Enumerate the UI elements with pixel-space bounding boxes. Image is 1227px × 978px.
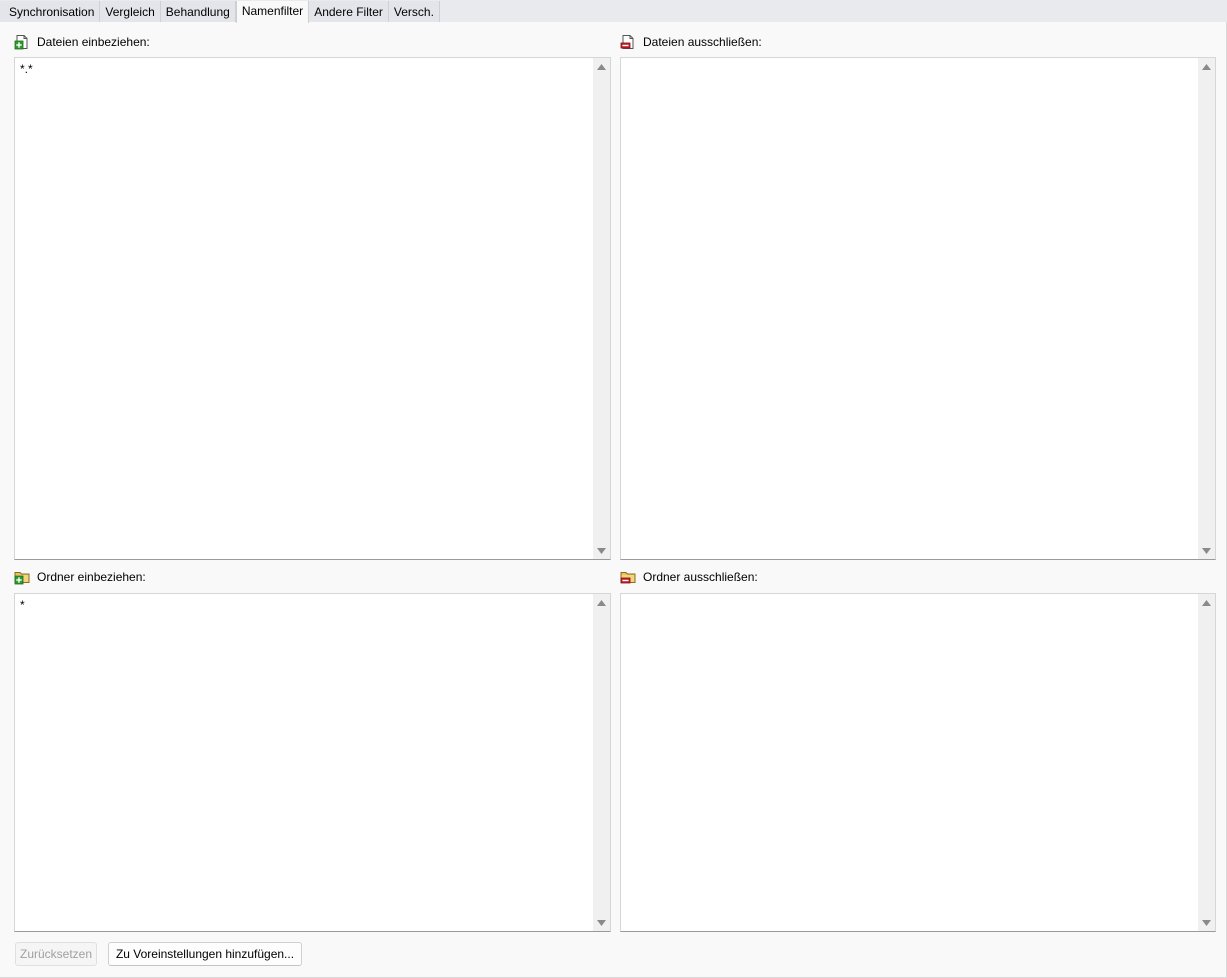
tab-behandlung[interactable]: Behandlung <box>160 1 236 22</box>
include-folders-value: * <box>20 598 25 612</box>
exclude-files-label-row: Dateien ausschließen: <box>620 34 762 50</box>
scroll-down-arrow-icon[interactable] <box>1198 542 1215 559</box>
exclude-files-label: Dateien ausschließen: <box>643 35 762 49</box>
scroll-up-arrow-icon[interactable] <box>1198 58 1215 75</box>
exclude-folders-textarea[interactable] <box>620 593 1216 932</box>
reset-button[interactable]: Zurücksetzen <box>15 942 97 966</box>
tab-versch[interactable]: Versch. <box>388 1 440 22</box>
exclude-files-scrollbar[interactable] <box>1198 58 1215 559</box>
exclude-files-textarea[interactable] <box>620 57 1216 560</box>
tab-synchronisation[interactable]: Synchronisation <box>0 1 101 22</box>
window: Synchronisation Vergleich Behandlung Nam… <box>0 0 1227 978</box>
file-exclude-icon <box>620 34 636 50</box>
include-files-scrollbar[interactable] <box>593 58 610 559</box>
add-to-presets-button[interactable]: Zu Voreinstellungen hinzufügen... <box>108 942 302 966</box>
scroll-down-arrow-icon[interactable] <box>1198 914 1215 931</box>
tab-andere-filter[interactable]: Andere Filter <box>309 1 389 22</box>
folder-exclude-icon <box>620 569 636 585</box>
include-files-textarea[interactable]: *.* <box>14 57 611 560</box>
file-include-icon <box>14 34 30 50</box>
include-folders-textarea[interactable]: * <box>14 593 611 932</box>
include-folders-scrollbar[interactable] <box>593 594 610 931</box>
scroll-down-arrow-icon[interactable] <box>593 542 610 559</box>
tab-strip: Synchronisation Vergleich Behandlung Nam… <box>0 0 1227 23</box>
include-files-value: *.* <box>20 62 33 76</box>
exclude-folders-label: Ordner ausschließen: <box>643 570 758 584</box>
exclude-folders-label-row: Ordner ausschließen: <box>620 569 758 585</box>
include-folders-label-row: Ordner einbeziehen: <box>14 569 146 585</box>
folder-include-icon <box>14 569 30 585</box>
scroll-down-arrow-icon[interactable] <box>593 914 610 931</box>
include-files-label-row: Dateien einbeziehen: <box>14 34 150 50</box>
scroll-up-arrow-icon[interactable] <box>593 58 610 75</box>
scroll-up-arrow-icon[interactable] <box>593 594 610 611</box>
tab-namenfilter[interactable]: Namenfilter <box>235 1 310 23</box>
include-folders-label: Ordner einbeziehen: <box>37 570 146 584</box>
exclude-folders-scrollbar[interactable] <box>1198 594 1215 931</box>
name-filter-panel: Dateien einbeziehen: Dateien ausschließe… <box>0 22 1227 978</box>
include-files-label: Dateien einbeziehen: <box>37 35 150 49</box>
tab-vergleich[interactable]: Vergleich <box>100 1 161 22</box>
scroll-up-arrow-icon[interactable] <box>1198 594 1215 611</box>
